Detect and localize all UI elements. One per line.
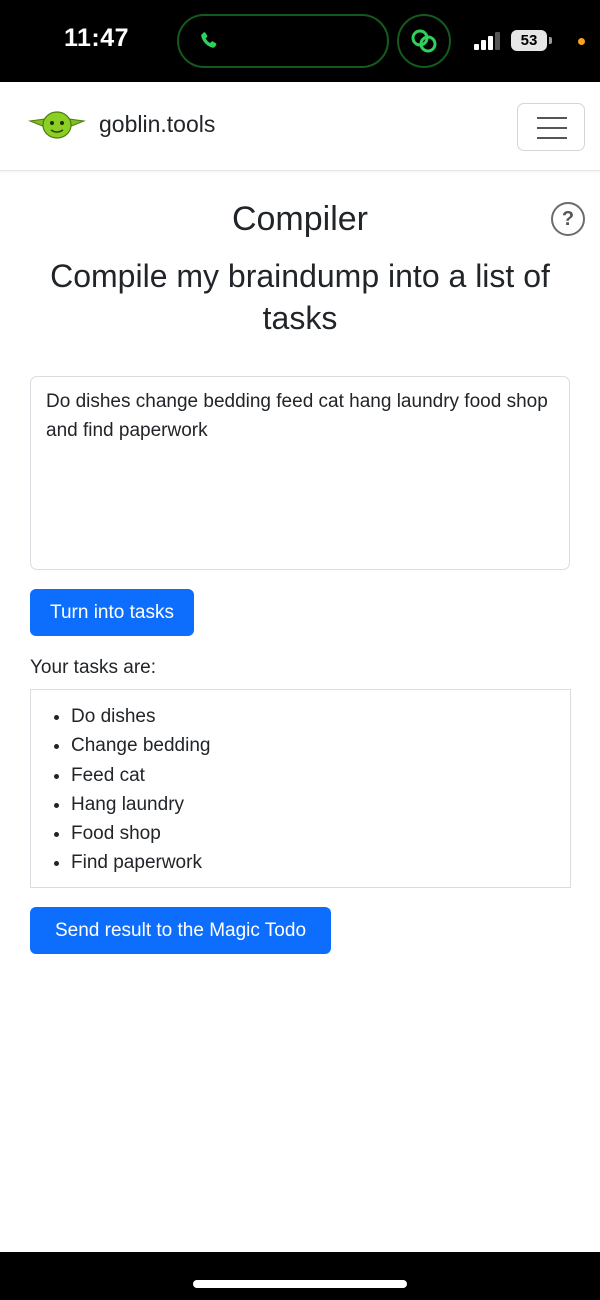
task-item: Find paperwork: [71, 848, 570, 877]
hamburger-menu-button[interactable]: [517, 103, 585, 151]
privacy-indicator-dot: [578, 38, 585, 45]
phone-icon: [197, 29, 221, 58]
hamburger-icon-line: [537, 137, 567, 139]
status-bar: 11:47 53: [0, 0, 600, 82]
send-to-magic-todo-button[interactable]: Send result to the Magic Todo: [30, 907, 331, 954]
hamburger-icon-line: [537, 127, 567, 129]
turn-into-tasks-button[interactable]: Turn into tasks: [30, 589, 194, 636]
battery-tip: [549, 37, 552, 44]
dynamic-island-call[interactable]: [177, 14, 389, 68]
tasks-list-box: Do dishes Change bedding Feed cat Hang l…: [30, 689, 571, 888]
home-indicator[interactable]: [193, 1280, 407, 1288]
status-time: 11:47: [64, 24, 130, 52]
brand-name[interactable]: goblin.tools: [99, 111, 215, 138]
signal-icon: [474, 32, 500, 50]
goblin-head-icon[interactable]: [28, 107, 86, 146]
tasks-label: Your tasks are:: [30, 657, 157, 678]
page-subtitle: Compile my braindump into a list of task…: [50, 258, 550, 336]
hamburger-icon: [537, 117, 567, 119]
task-item: Change bedding: [71, 731, 570, 760]
task-item: Food shop: [71, 819, 570, 848]
tasks-list: Do dishes Change bedding Feed cat Hang l…: [71, 702, 570, 878]
battery-icon: 53: [511, 30, 547, 51]
braindump-input[interactable]: Do dishes change bedding feed cat hang l…: [30, 376, 570, 570]
chain-link-icon: [411, 29, 437, 53]
navbar: goblin.tools: [0, 82, 600, 171]
task-item: Do dishes: [71, 702, 570, 731]
page-title: Compiler: [231, 200, 369, 238]
dynamic-island-app[interactable]: [397, 14, 451, 68]
task-item: Feed cat: [71, 761, 570, 790]
home-bar: [0, 1252, 600, 1300]
task-item: Hang laundry: [71, 790, 570, 819]
help-icon[interactable]: ?: [551, 202, 585, 236]
